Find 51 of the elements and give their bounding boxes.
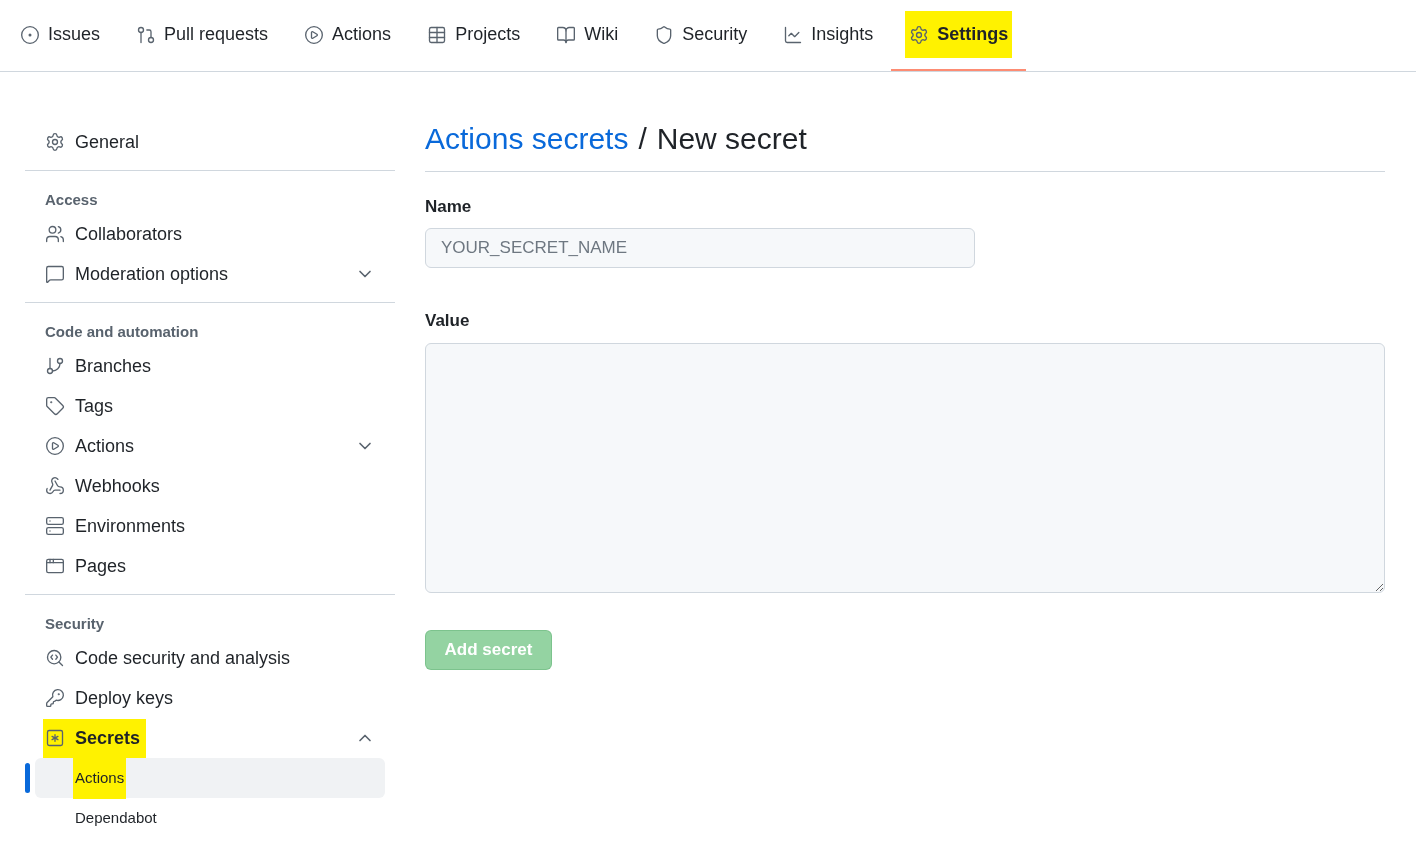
- value-input-field[interactable]: [425, 343, 1385, 593]
- code-search-icon: [45, 648, 65, 668]
- nav-tab[interactable]: Insights: [765, 0, 892, 71]
- nav-tab[interactable]: Wiki: [538, 0, 637, 71]
- webhook-icon: [45, 476, 65, 496]
- sidebar-item[interactable]: Moderation options: [25, 254, 395, 294]
- book-icon: [556, 24, 577, 45]
- sidebar-heading: Security: [44, 613, 106, 634]
- sidebar-item[interactable]: Environments: [25, 506, 395, 546]
- play-icon: [304, 24, 325, 45]
- name-input-field[interactable]: YOUR_SECRET_NAME: [425, 227, 975, 268]
- server-icon: [45, 516, 65, 536]
- nav-tab[interactable]: Issues: [2, 0, 119, 71]
- nav-tab[interactable]: Pull requests: [118, 0, 287, 71]
- table-icon: [427, 24, 448, 45]
- sidebar-item[interactable]: Code security and analysis: [25, 638, 395, 678]
- sidebar-heading: Access: [44, 189, 99, 210]
- pull-request-icon: [136, 24, 157, 45]
- sidebar-heading: Code and automation: [44, 321, 200, 342]
- nav-tab[interactable]: Actions: [286, 0, 410, 71]
- sidebar-item[interactable]: Webhooks: [25, 466, 395, 506]
- asterisk-icon: [45, 728, 65, 748]
- branch-icon: [45, 356, 65, 376]
- field-label: Name: [425, 196, 473, 218]
- breadcrumb-separator: /: [638, 121, 647, 157]
- breadcrumb-link[interactable]: Actions secrets: [425, 116, 629, 161]
- comment-icon: [45, 264, 65, 284]
- play-icon: [45, 436, 65, 456]
- page-title: New secret: [656, 121, 807, 157]
- sidebar-item[interactable]: Branches: [25, 346, 395, 386]
- settings-icon: [45, 132, 65, 152]
- sidebar-subitem[interactable]: Dependabot: [35, 798, 385, 838]
- nav-tab[interactable]: Security: [636, 0, 766, 71]
- browser-icon: [45, 556, 65, 576]
- sidebar-item[interactable]: General: [25, 122, 395, 162]
- sidebar-item[interactable]: Actions: [25, 426, 395, 466]
- field-label: Value: [425, 309, 471, 332]
- sidebar-item[interactable]: Secrets: [25, 718, 395, 758]
- circle-dot-icon: [20, 24, 40, 45]
- key-icon: [45, 688, 65, 708]
- people-icon: [45, 224, 65, 244]
- sidebar-subitem[interactable]: Actions: [35, 758, 385, 798]
- graph-icon: [783, 24, 804, 45]
- sidebar-item[interactable]: Collaborators: [25, 214, 395, 254]
- nav-tab[interactable]: Projects: [409, 0, 539, 71]
- settings-icon: [909, 24, 930, 45]
- sidebar-item[interactable]: Tags: [25, 386, 395, 426]
- selected-indicator: [25, 763, 30, 793]
- sidebar-item[interactable]: Pages: [25, 546, 395, 586]
- sidebar-item[interactable]: Deploy keys: [25, 678, 395, 718]
- tag-icon: [45, 396, 65, 416]
